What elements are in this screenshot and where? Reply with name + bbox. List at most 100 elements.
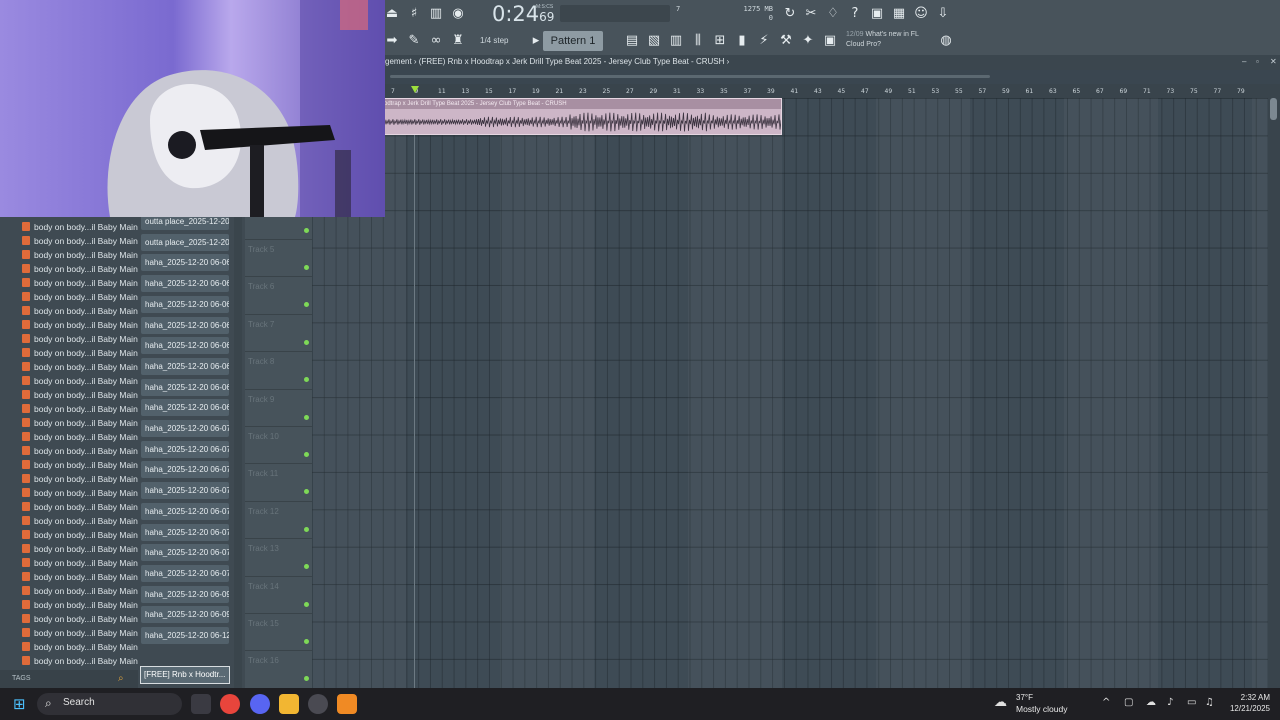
save-icon[interactable]: ▣	[867, 4, 887, 24]
track-mute-led[interactable]	[304, 339, 309, 345]
track-mute-led[interactable]	[304, 564, 309, 570]
browser-item[interactable]: body on body...il Baby Main	[22, 360, 138, 374]
plug-icon[interactable]: ⚡	[754, 31, 774, 51]
browser-item[interactable]: body on body...il Baby Main	[22, 220, 138, 234]
track-mute-led[interactable]	[304, 489, 309, 495]
clip-list-item[interactable]: haha_2025-12-20 06-06...	[141, 316, 229, 334]
browser-item[interactable]: body on body...il Baby Main	[22, 304, 138, 318]
clip-list-item[interactable]: haha_2025-12-20 06-06...	[141, 254, 229, 272]
browser-item[interactable]: body on body...il Baby Main	[22, 500, 138, 514]
news-panel[interactable]: 12/09 What's new in FL Cloud Pro?	[846, 30, 936, 50]
browser-item[interactable]: body on body...il Baby Main	[22, 430, 138, 444]
clip-list-item[interactable]: haha_2025-12-20 06-06...	[141, 295, 229, 313]
browser-item[interactable]: body on body...il Baby Main	[22, 486, 138, 500]
browser-item[interactable]: body on body...il Baby Main	[22, 248, 138, 262]
browser-item[interactable]: body on body...il Baby Main	[22, 262, 138, 276]
stamp-icon[interactable]: ♜	[448, 31, 468, 51]
clip-list-item[interactable]: haha_2025-12-20 06-07...	[141, 482, 229, 500]
track-mute-led[interactable]	[304, 228, 309, 233]
track-row[interactable]: Track 5	[245, 240, 312, 278]
track-row[interactable]: Track 7	[245, 315, 312, 353]
clip-list-item[interactable]: haha_2025-12-20 06-07...	[141, 502, 229, 520]
clock-time[interactable]: 2:32 AM	[1230, 693, 1270, 702]
shop-icon[interactable]: ▣	[820, 31, 840, 51]
clip-list-item[interactable]: haha_2025-12-20 06-07...	[141, 461, 229, 479]
browser-item[interactable]: body on body...il Baby Main	[22, 402, 138, 416]
clip-list-item[interactable]: haha_2025-12-20 06-07...	[141, 420, 229, 437]
wait-icon[interactable]: ◉	[448, 4, 468, 24]
plugin-icon[interactable]: ▮	[732, 31, 752, 51]
master-volume-meter[interactable]	[560, 5, 670, 22]
playlist-grid[interactable]	[312, 98, 1268, 688]
clip-list-item[interactable]: haha_2025-12-20 06-09...	[141, 585, 229, 603]
taskbar-search[interactable]: ⌕ Search	[37, 693, 182, 715]
browser-item[interactable]: body on body...il Baby Main	[22, 514, 138, 528]
wand-icon[interactable]: ✦	[798, 31, 818, 51]
arrow-right-icon[interactable]: ➡	[382, 31, 402, 51]
playlist-icon[interactable]: ▤	[622, 31, 642, 51]
track-mute-led[interactable]	[304, 265, 309, 270]
browser-item[interactable]: body on body...il Baby Main	[22, 444, 138, 458]
track-mute-led[interactable]	[304, 676, 309, 682]
chat-icon[interactable]: ☺	[911, 4, 931, 24]
browser-item[interactable]: body on body...il Baby Main	[22, 276, 138, 290]
track-mute-led[interactable]	[304, 526, 309, 532]
weather-temperature[interactable]: 37°F	[1016, 693, 1033, 702]
clip-list-item[interactable]: haha_2025-12-20 06-07...	[141, 523, 229, 541]
browser-item[interactable]: body on body...il Baby Main	[22, 234, 138, 248]
obs-icon[interactable]	[308, 694, 328, 714]
clip-list-item[interactable]: outta place_2025-12-20...	[141, 233, 229, 251]
track-mute-led[interactable]	[304, 414, 309, 420]
maximize-icon[interactable]: ▫	[1256, 57, 1259, 66]
microphone-icon[interactable]: ♢	[823, 4, 843, 24]
task-view-icon[interactable]	[191, 694, 211, 714]
track-row[interactable]: Track 13	[245, 539, 312, 577]
channel-rack-icon[interactable]: ▥	[666, 31, 686, 51]
track-mute-led[interactable]	[304, 639, 309, 644]
browser-item[interactable]: body on body...il Baby Main	[22, 612, 138, 626]
discord-icon[interactable]	[250, 694, 270, 714]
browser-item[interactable]: body on body...il Baby Main	[22, 598, 138, 612]
chrome-icon[interactable]	[220, 694, 240, 714]
vertical-scrollbar[interactable]	[1268, 84, 1280, 688]
close-icon[interactable]: ✕	[1270, 57, 1277, 66]
browser-item[interactable]: body on body...il Baby Main	[22, 346, 138, 360]
browser-item[interactable]: body on body...il Baby Main	[22, 640, 138, 654]
tray-expand-icon[interactable]: ^	[1102, 697, 1110, 708]
browser-item[interactable]: body on body...il Baby Main	[22, 332, 138, 346]
track-row[interactable]: Track 11	[245, 464, 312, 502]
clip-list-item[interactable]: haha_2025-12-20 06-07...	[141, 544, 229, 562]
track-row[interactable]: Track 14	[245, 577, 312, 614]
vertical-scroll-thumb[interactable]	[1270, 98, 1277, 120]
weather-description[interactable]: Mostly cloudy	[1016, 704, 1068, 714]
pattern-selector[interactable]: Pattern 1	[543, 31, 603, 51]
keyboard-icon[interactable]: ▥	[426, 4, 446, 24]
timeline-ruler[interactable]: 7 9 11 13 15 17 19 21 23 25 27 29 31 33 35 37 39 41 43 45 47…	[380, 84, 1268, 98]
mixer-icon[interactable]: ▦	[889, 4, 909, 24]
browser-item[interactable]: body on body...il Baby Main	[22, 318, 138, 332]
help-icon[interactable]: ?	[845, 4, 865, 24]
audio-clip[interactable]: odtrap x Jerk Drill Type Beat 2025 - Jer…	[380, 98, 782, 135]
clip-list-item[interactable]: haha_2025-12-20 06-06...	[141, 357, 229, 375]
track-mute-led[interactable]	[304, 452, 309, 457]
track-row[interactable]: Track 10	[245, 427, 312, 465]
snap-step-select[interactable]: 1/4 step	[480, 32, 524, 49]
browser-search-icon[interactable]: ⌕	[118, 673, 124, 684]
tray-mic-icon[interactable]: ♪	[1167, 697, 1173, 708]
browser-scrollbar[interactable]	[234, 210, 242, 688]
wrench-icon[interactable]: ⚒	[776, 31, 796, 51]
file-explorer-icon[interactable]	[279, 694, 299, 714]
track-row[interactable]: Track 6	[245, 277, 312, 315]
browser-item[interactable]: body on body...il Baby Main	[22, 290, 138, 304]
tray-cloud-icon[interactable]: ☁	[1146, 697, 1156, 708]
clip-list-item[interactable]: haha_2025-12-20 06-06...	[141, 378, 229, 396]
globe-icon[interactable]: ◍	[936, 31, 956, 51]
browser-item[interactable]: body on body...il Baby Main	[22, 626, 138, 640]
piano-roll-icon[interactable]: ▧	[644, 31, 664, 51]
browser-item[interactable]: body on body...il Baby Main	[22, 556, 138, 570]
track-row[interactable]: Track 12	[245, 502, 312, 540]
clip-list-item[interactable]: haha_2025-12-20 06-06...	[141, 399, 229, 417]
browser-item[interactable]: body on body...il Baby Main	[22, 388, 138, 402]
selected-clip-item[interactable]: [FREE] Rnb x Hoodtr...	[140, 666, 230, 684]
browser-item[interactable]: body on body...il Baby Main	[22, 542, 138, 556]
